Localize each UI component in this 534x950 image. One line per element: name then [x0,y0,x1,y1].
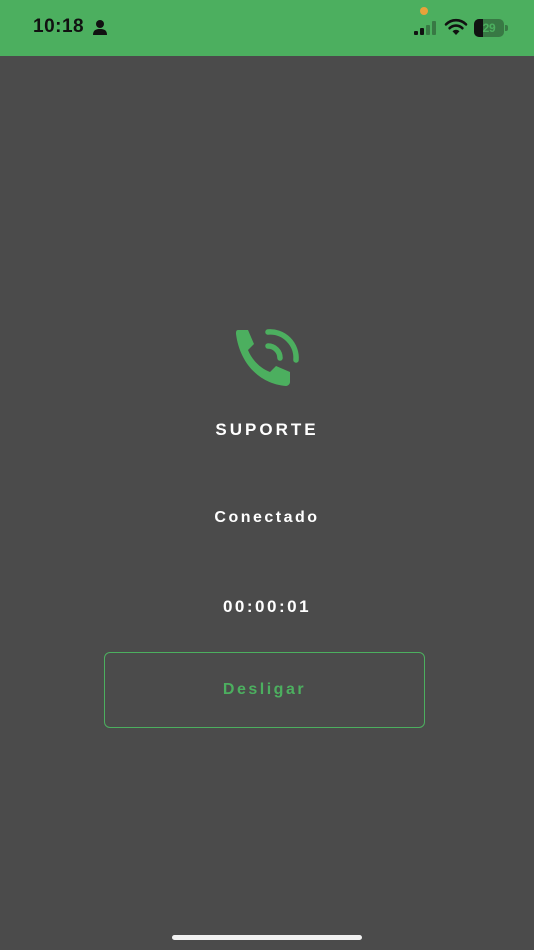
call-timer: 00:00:01 [222,597,312,616]
home-indicator[interactable] [172,935,362,940]
status-bar: 10:18 29 [0,0,534,56]
battery-icon: 29 [474,19,510,37]
call-status: Conectado [214,509,320,526]
privacy-indicator-dot [420,7,428,15]
battery-level: 29 [482,21,496,35]
person-icon [93,20,107,35]
status-time: 10:18 [33,16,85,37]
phone-ringing-icon [236,329,299,386]
caller-name: SUPORTE [215,420,319,439]
hangup-button[interactable]: Desligar [104,652,425,728]
wifi-icon [444,18,468,35]
battery-body: 29 [474,19,504,37]
battery-cap [505,25,508,31]
cellular-signal-icon [414,21,436,35]
